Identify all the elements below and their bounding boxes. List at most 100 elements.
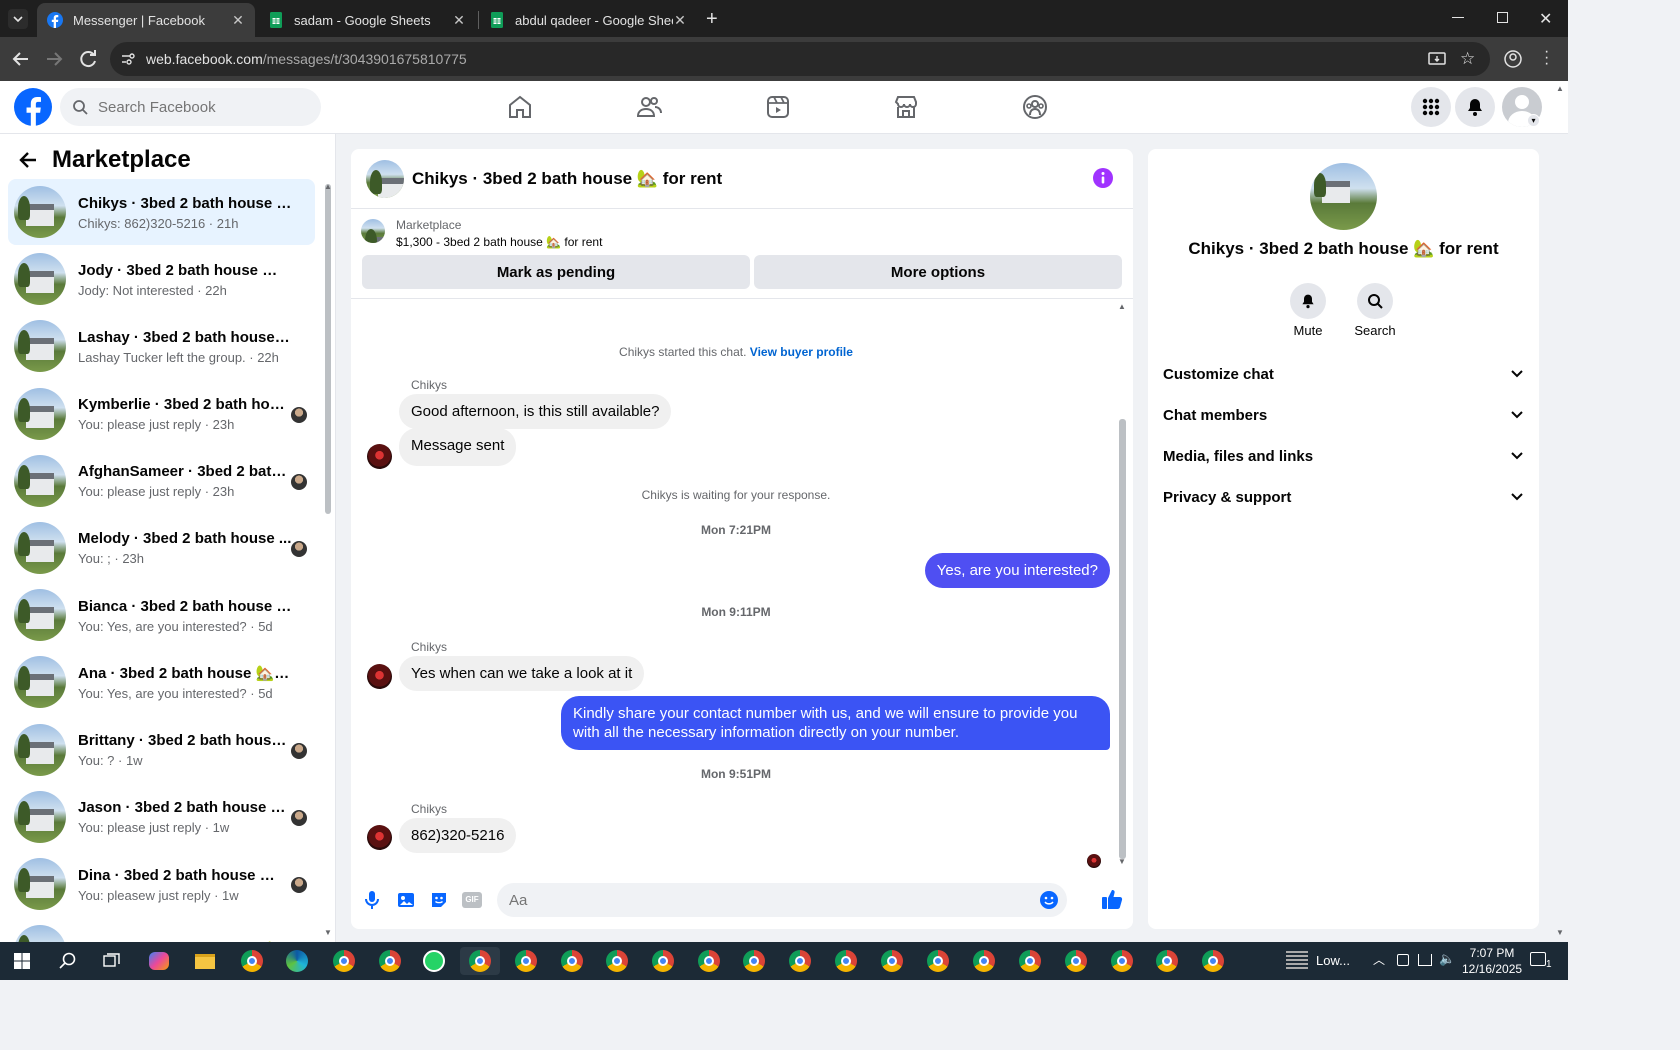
reload-icon[interactable] <box>76 47 100 71</box>
conversation-item[interactable]: Kymberlie · 3bed 2 bath hous... You: plea… <box>8 381 315 447</box>
chrome-taskbar-icon[interactable] <box>832 947 860 975</box>
privacy-support-section[interactable]: Privacy & support <box>1163 482 1523 512</box>
close-tab-icon[interactable]: ✕ <box>231 12 245 29</box>
chat-scrollbar[interactable] <box>1119 419 1126 859</box>
chrome-taskbar-icon[interactable] <box>695 947 723 975</box>
chrome-taskbar-icon[interactable] <box>740 947 768 975</box>
scroll-up-arrow-icon[interactable]: ▲ <box>324 182 332 191</box>
conversation-item[interactable]: Bianca · 3bed 2 bath house 🏡 f... You: Ye… <box>8 582 315 648</box>
info-avatar[interactable] <box>1310 163 1377 230</box>
listing-title[interactable]: $1,300 - 3bed 2 bath house 🏡 for rent <box>396 235 602 249</box>
notification-center-icon[interactable] <box>1530 952 1546 966</box>
restore-icon[interactable] <box>1497 12 1508 23</box>
profile-icon[interactable] <box>1504 50 1522 68</box>
search-input[interactable] <box>98 98 308 116</box>
chrome-menu-icon[interactable]: · · · <box>1544 44 1549 72</box>
media-files-links-section[interactable]: Media, files and links <box>1163 441 1523 471</box>
listing-thumbnail[interactable] <box>361 219 385 243</box>
chrome-taskbar-icon[interactable] <box>512 947 540 975</box>
chat-scroll-up-arrow-icon[interactable]: ▲ <box>1118 302 1126 311</box>
search-chat-button[interactable]: Search <box>1353 283 1397 338</box>
new-tab-icon[interactable]: + <box>706 8 718 31</box>
conversation-item[interactable]: AfghanSameer · 3bed 2 bath ... You: pleas… <box>8 448 315 514</box>
site-info-icon[interactable] <box>120 51 136 67</box>
facebook-search[interactable] <box>60 88 321 126</box>
view-buyer-profile-link[interactable]: View buyer profile <box>750 345 853 359</box>
conversation-item[interactable]: Chikys · 3bed 2 bath house 🏡 f... Chikys:… <box>8 179 315 245</box>
message-input-box[interactable] <box>497 883 1067 917</box>
facebook-logo[interactable] <box>14 88 52 126</box>
system-clock[interactable]: 7:07 PM 12/16/2025 <box>1462 945 1522 977</box>
sender-avatar[interactable] <box>367 444 392 469</box>
video-icon[interactable] <box>764 93 792 121</box>
page-scroll-down-arrow-icon[interactable]: ▼ <box>1556 928 1564 937</box>
weather-widget[interactable]: Low... <box>1286 951 1350 969</box>
tab-sheets-sadam[interactable]: sadam - Google Sheets ✕ <box>258 3 476 37</box>
chrome-taskbar-icon[interactable] <box>970 947 998 975</box>
menu-grid-button[interactable] <box>1411 87 1451 127</box>
back-arrow-icon[interactable] <box>18 150 38 170</box>
account-chevron-icon[interactable]: ▾ <box>1527 114 1540 127</box>
chrome-taskbar-icon[interactable] <box>649 947 677 975</box>
page-scroll-up-arrow-icon[interactable]: ▲ <box>1556 84 1564 93</box>
chrome-taskbar-icon[interactable] <box>330 947 358 975</box>
chrome-taskbar-icon[interactable] <box>1016 947 1044 975</box>
more-options-button[interactable]: More options <box>754 255 1122 289</box>
volume-icon[interactable]: 🔈 <box>1439 951 1455 967</box>
tab-sheets-abdul[interactable]: abdul qadeer - Google Sheets ✕ <box>479 3 697 37</box>
chrome-taskbar-icon[interactable] <box>878 947 906 975</box>
microphone-icon[interactable] <box>363 890 381 910</box>
sender-avatar[interactable] <box>367 664 392 689</box>
chrome-taskbar-icon[interactable] <box>786 947 814 975</box>
conversation-item[interactable]: Brittany · 3bed 2 bath house ... You: ? ·… <box>8 717 315 783</box>
incoming-message[interactable]: Message sent <box>399 428 517 466</box>
chrome-taskbar-icon[interactable] <box>1108 947 1136 975</box>
sender-avatar[interactable] <box>367 825 392 850</box>
file-explorer-icon[interactable] <box>191 947 219 975</box>
info-icon[interactable] <box>1093 168 1113 188</box>
meet-now-icon[interactable] <box>1397 954 1409 966</box>
install-app-icon[interactable] <box>1428 50 1446 68</box>
close-tab-icon[interactable]: ✕ <box>452 12 466 29</box>
network-icon[interactable] <box>1418 954 1432 966</box>
back-icon[interactable] <box>9 47 33 71</box>
tab-messenger[interactable]: Messenger | Facebook ✕ <box>37 3 255 37</box>
customize-chat-section[interactable]: Customize chat <box>1163 359 1523 389</box>
address-bar[interactable]: web.facebook.com/messages/t/304390167581… <box>110 42 1490 76</box>
gif-icon[interactable]: GIF <box>462 892 482 908</box>
home-icon[interactable] <box>506 93 534 121</box>
whatsapp-icon[interactable] <box>420 947 448 975</box>
forward-icon[interactable] <box>42 47 66 71</box>
copilot-icon[interactable] <box>145 947 173 975</box>
conversation-item[interactable]: Dina · 3bed 2 bath house 🏡 f... You: plea… <box>8 851 315 917</box>
sticker-icon[interactable] <box>429 890 449 910</box>
chrome-taskbar-icon[interactable] <box>1062 947 1090 975</box>
windows-start-icon[interactable] <box>8 947 36 975</box>
incoming-message[interactable]: 862)320-5216 <box>399 818 517 853</box>
conversation-item[interactable]: Jody · 3bed 2 bath house 🏡 for ... Jody: … <box>8 246 315 312</box>
sidebar-scrollbar[interactable] <box>325 184 331 514</box>
mute-button[interactable]: Mute <box>1288 283 1328 338</box>
close-tab-icon[interactable]: ✕ <box>673 12 687 29</box>
chrome-taskbar-icon[interactable] <box>558 947 586 975</box>
chat-title[interactable]: Chikys · 3bed 2 bath house 🏡 for rent <box>412 169 722 189</box>
conversation-item[interactable]: Jason · 3bed 2 bath house 🏡 ... You: plea… <box>8 784 315 850</box>
chat-scroll-down-arrow-icon[interactable]: ▼ <box>1118 857 1126 866</box>
taskbar-search-icon[interactable] <box>54 947 82 975</box>
mark-as-pending-button[interactable]: Mark as pending <box>362 255 750 289</box>
like-thumb-icon[interactable] <box>1101 888 1123 910</box>
marketplace-icon[interactable] <box>892 93 920 121</box>
minimize-icon[interactable] <box>1452 17 1464 18</box>
conversation-item[interactable]: Efren · 3bed 2 bath house 🏡 <box>8 918 315 942</box>
chat-avatar[interactable] <box>366 159 404 198</box>
notifications-button[interactable] <box>1455 87 1495 127</box>
incoming-message[interactable]: Good afternoon, is this still available? <box>399 394 672 429</box>
outgoing-message[interactable]: Yes, are you interested? <box>924 553 1110 588</box>
scroll-down-arrow-icon[interactable]: ▼ <box>324 928 332 937</box>
emoji-icon[interactable] <box>1039 890 1059 910</box>
tab-list-dropdown-icon[interactable] <box>8 9 28 29</box>
close-window-icon[interactable]: ✕ <box>1539 9 1552 29</box>
chrome-taskbar-icon[interactable] <box>1153 947 1181 975</box>
edge-icon[interactable] <box>283 947 311 975</box>
chrome-taskbar-icon[interactable] <box>238 947 266 975</box>
